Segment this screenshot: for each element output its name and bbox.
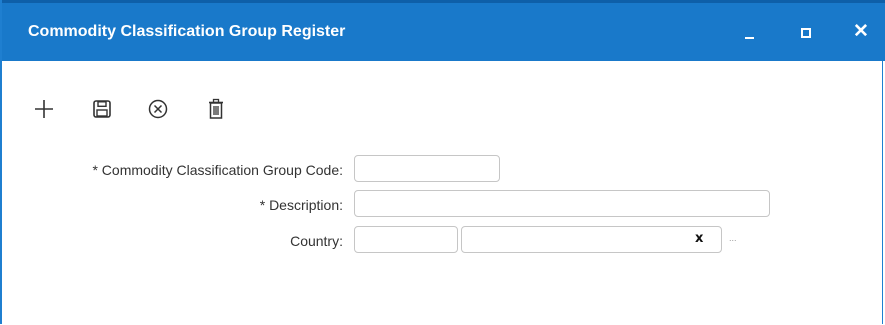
description-label: * Description: xyxy=(259,197,343,213)
code-input[interactable] xyxy=(354,155,500,182)
add-button[interactable] xyxy=(31,96,57,122)
title-bar: Commodity Classification Group Register … xyxy=(2,0,885,61)
code-label: * Commodity Classification Group Code: xyxy=(92,162,343,178)
delete-icon xyxy=(209,98,223,119)
minimize-button[interactable] xyxy=(733,15,767,49)
clear-country-button[interactable]: x xyxy=(695,231,703,246)
close-icon: ✕ xyxy=(853,21,869,42)
delete-button[interactable] xyxy=(203,96,229,122)
save-button[interactable] xyxy=(89,96,115,122)
save-icon xyxy=(93,100,111,118)
minimize-icon xyxy=(745,37,754,39)
cancel-button[interactable] xyxy=(145,96,171,122)
app-window: Commodity Classification Group Register … xyxy=(0,0,885,324)
maximize-button[interactable] xyxy=(789,15,823,49)
maximize-icon xyxy=(801,28,811,38)
cancel-icon xyxy=(148,99,168,119)
description-input[interactable] xyxy=(354,190,770,217)
country-name-input[interactable] xyxy=(461,226,722,253)
window-title: Commodity Classification Group Register xyxy=(28,23,346,40)
country-label: Country: xyxy=(290,233,343,249)
country-lookup-button[interactable]: ... xyxy=(729,233,737,243)
add-icon xyxy=(35,100,53,118)
close-button[interactable]: ✕ xyxy=(844,15,878,49)
country-code-input[interactable] xyxy=(354,226,458,253)
